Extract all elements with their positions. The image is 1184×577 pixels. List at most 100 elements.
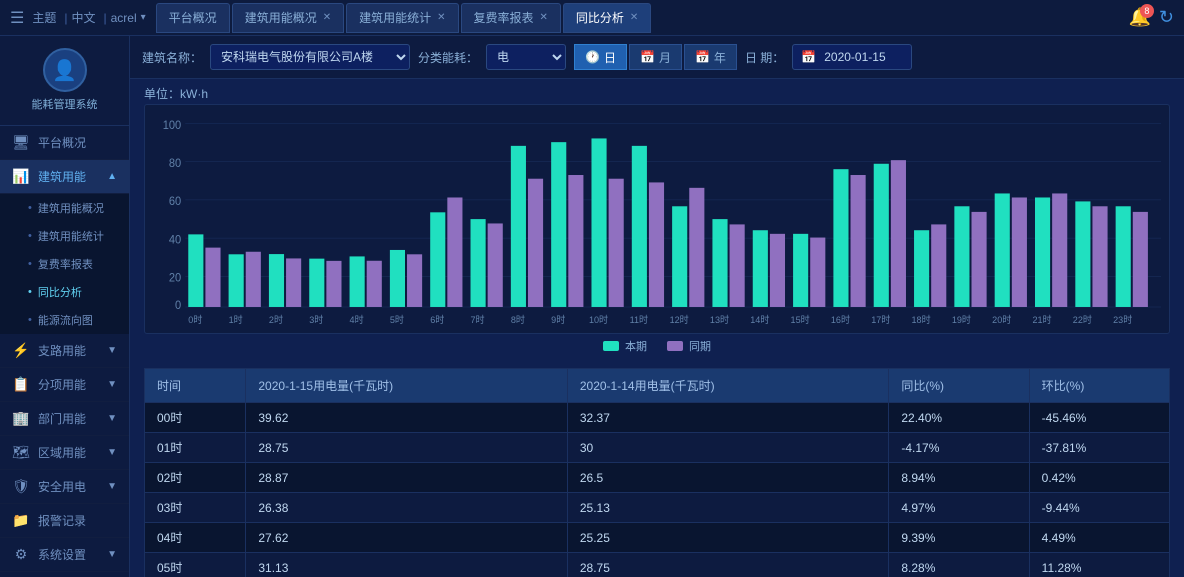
svg-text:7时: 7时 [471, 314, 485, 325]
table-cell-mom: -45.46% [1029, 403, 1169, 433]
sub-label-building-overview: 建筑用能概况 [38, 200, 104, 216]
svg-text:20时: 20时 [992, 314, 1011, 325]
sidebar-label-dept: 部门用能 [38, 410, 86, 427]
table-cell-mom: 0.42% [1029, 463, 1169, 493]
tabs-area: 平台概况 建筑用能概况 ✕ 建筑用能统计 ✕ 复费率报表 ✕ 同比分析 ✕ [156, 3, 1129, 33]
sidebar-label-building: 建筑用能 [38, 168, 86, 185]
svg-text:8时: 8时 [511, 314, 525, 325]
sub-label-tariff: 复费率报表 [38, 256, 93, 272]
sidebar-item-dept[interactable]: 🏢 部门用能 ▼ [0, 402, 129, 436]
tab-platform[interactable]: 平台概况 [156, 3, 230, 33]
sidebar-item-building[interactable]: 📊 建筑用能 ▲ [0, 160, 129, 194]
table-cell-mom: 4.49% [1029, 523, 1169, 553]
year-button[interactable]: 📅 年 [684, 44, 737, 70]
svg-text:20: 20 [169, 272, 181, 284]
table-cell-time: 02时 [145, 463, 246, 493]
notification-button[interactable]: 🔔 8 [1128, 7, 1150, 28]
unit-label: 单位：kW·h [130, 79, 1184, 104]
table-cell-cur: 28.87 [246, 463, 567, 493]
avatar-icon: 👤 [52, 58, 77, 83]
table-cell-prev: 25.25 [567, 523, 888, 553]
svg-text:15时: 15时 [791, 314, 810, 325]
tab-close-building-stats[interactable]: ✕ [437, 12, 445, 23]
tab-building-stats[interactable]: 建筑用能统计 ✕ [346, 3, 458, 33]
sidebar-label-region: 区域用能 [38, 444, 86, 461]
sidebar-sub-building: 建筑用能概况 建筑用能统计 复费率报表 同比分析 能源流向图 [0, 194, 129, 334]
svg-text:60: 60 [169, 196, 181, 208]
svg-text:80: 80 [169, 158, 181, 170]
table-row: 02时28.8726.58.94%0.42% [145, 463, 1170, 493]
svg-text:22时: 22时 [1073, 314, 1092, 325]
table-cell-yoy: -4.17% [889, 433, 1029, 463]
legend-label-prev: 同期 [689, 338, 711, 354]
table-cell-mom: -9.44% [1029, 493, 1169, 523]
chart-area: 100 80 60 40 20 0 [130, 104, 1184, 368]
sidebar-sub-tariff[interactable]: 复费率报表 [0, 250, 129, 278]
sidebar-item-platform[interactable]: 🖥 平台概况 [0, 126, 129, 160]
table-cell-mom: -37.81% [1029, 433, 1169, 463]
clock-icon: 🕐 [585, 50, 600, 64]
sidebar-item-region[interactable]: 🗺 区域用能 ▼ [0, 436, 129, 470]
tab-tariff-report[interactable]: 复费率报表 ✕ [461, 3, 561, 33]
sidebar-item-settings[interactable]: ⚙ 系统设置 ▼ [0, 538, 129, 572]
legend-label-current: 本期 [625, 338, 647, 354]
tab-building-overview[interactable]: 建筑用能概况 ✕ [232, 3, 344, 33]
shield-icon: 🛡 [12, 478, 30, 495]
sidebar-item-alarm[interactable]: 📁 报警记录 [0, 504, 129, 538]
table-cell-yoy: 4.97% [889, 493, 1029, 523]
user-label: acrel [111, 11, 137, 25]
refresh-button[interactable]: ↻ [1159, 7, 1174, 28]
sidebar-sub-building-overview[interactable]: 建筑用能概况 [0, 194, 129, 222]
category-select[interactable]: 电 [486, 44, 566, 70]
svg-text:14时: 14时 [750, 314, 769, 325]
table-cell-prev: 30 [567, 433, 888, 463]
table-row: 00时39.6232.3722.40%-45.46% [145, 403, 1170, 433]
user-dropdown-arrow[interactable]: ▾ [141, 12, 146, 23]
hamburger-icon[interactable]: ☰ [10, 8, 24, 28]
svg-text:23时: 23时 [1113, 314, 1132, 325]
svg-text:13时: 13时 [710, 314, 729, 325]
col-header-prev: 2020-1-14用电量(千瓦时) [567, 369, 888, 403]
sidebar-sub-yoy[interactable]: 同比分析 [0, 278, 129, 306]
legend-prev: 同期 [667, 338, 711, 354]
svg-text:1时: 1时 [229, 314, 243, 325]
sidebar-sub-building-stats[interactable]: 建筑用能统计 [0, 222, 129, 250]
legend-current: 本期 [603, 338, 647, 354]
table-cell-time: 05时 [145, 553, 246, 577]
sidebar-arrow-itemized: ▼ [107, 379, 117, 390]
theme-label: 主题 [32, 9, 56, 26]
table-cell-prev: 28.75 [567, 553, 888, 577]
svg-text:17时: 17时 [871, 314, 890, 325]
tab-close-yoy[interactable]: ✕ [630, 12, 638, 23]
notification-badge: 8 [1140, 4, 1154, 18]
data-table: 时间 2020-1-15用电量(千瓦时) 2020-1-14用电量(千瓦时) 同… [144, 368, 1170, 577]
date-input[interactable]: 📅 2020-01-15 [792, 44, 912, 70]
date-value: 2020-01-15 [824, 50, 885, 64]
sidebar-label-safety: 安全用电 [38, 478, 86, 495]
cal-month-icon: 📅 [640, 50, 655, 64]
tab-close-building-overview[interactable]: ✕ [323, 12, 331, 23]
table-cell-yoy: 9.39% [889, 523, 1029, 553]
sidebar-item-circuit[interactable]: ⚡ 支路用能 ▼ [0, 334, 129, 368]
folder-icon: 📁 [12, 512, 30, 529]
map-icon: 🗺 [12, 444, 30, 461]
tab-yoy-analysis[interactable]: 同比分析 ✕ [563, 3, 651, 33]
main-content: 建筑名称： 安科瑞电气股份有限公司A楼 分类能耗： 电 🕐 日 📅 月 📅 [130, 36, 1184, 577]
table-row: 01时28.7530-4.17%-37.81% [145, 433, 1170, 463]
table-cell-prev: 26.5 [567, 463, 888, 493]
lang-label: 中文 [71, 9, 95, 26]
sidebar-item-safety[interactable]: 🛡 安全用电 ▼ [0, 470, 129, 504]
table-cell-time: 01时 [145, 433, 246, 463]
tab-close-tariff[interactable]: ✕ [540, 12, 548, 23]
monitor-icon: 🖥 [12, 134, 30, 151]
svg-text:19时: 19时 [952, 314, 971, 325]
sidebar-item-itemized[interactable]: 📋 分项用能 ▼ [0, 368, 129, 402]
day-button[interactable]: 🕐 日 [574, 44, 627, 70]
building-select[interactable]: 安科瑞电气股份有限公司A楼 [210, 44, 410, 70]
svg-text:18时: 18时 [912, 314, 931, 325]
month-button[interactable]: 📅 月 [629, 44, 682, 70]
sidebar-sub-energy-flow[interactable]: 能源流向图 [0, 306, 129, 334]
svg-text:3时: 3时 [309, 314, 323, 325]
date-btn-group: 🕐 日 📅 月 📅 年 [574, 44, 737, 70]
svg-text:0时: 0时 [188, 314, 202, 325]
